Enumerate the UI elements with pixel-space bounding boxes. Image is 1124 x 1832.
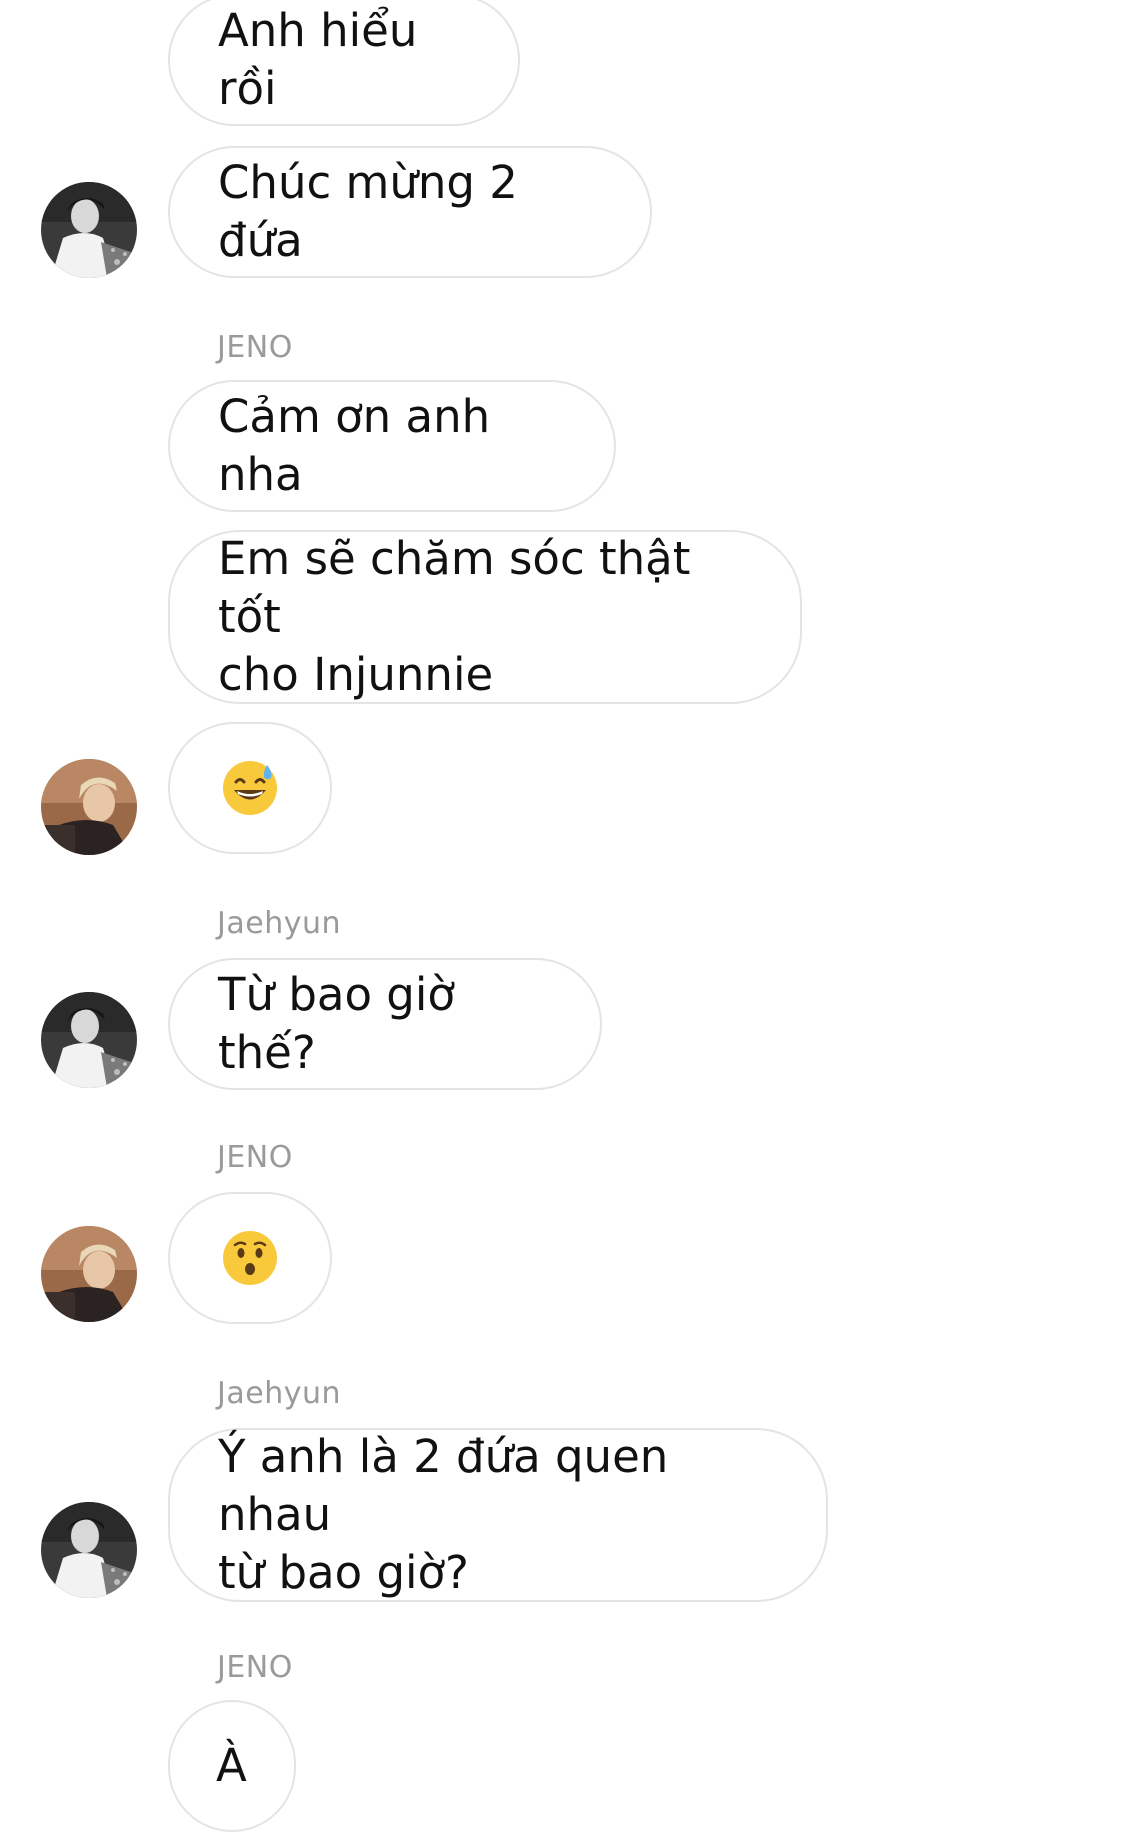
- message-text: Cảm ơn anh nha: [218, 390, 491, 501]
- message-text: Anh hiểu rồi: [218, 4, 418, 115]
- avatar-jeno[interactable]: [41, 759, 137, 855]
- avatar-jaehyun[interactable]: [41, 1502, 137, 1598]
- message-bubble[interactable]: Chúc mừng 2 đứa: [168, 146, 652, 278]
- message-text: Chúc mừng 2 đứa: [218, 156, 518, 267]
- message-bubble[interactable]: Em sẽ chăm sóc thật tốt cho Injunnie: [168, 530, 802, 704]
- avatar-jaehyun[interactable]: [41, 992, 137, 1088]
- message-bubble[interactable]: [168, 722, 332, 854]
- sender-label: JENO: [217, 1650, 293, 1685]
- message-text: Ý anh là 2 đứa quen nhau từ bao giờ?: [218, 1430, 669, 1599]
- avatar-image: [41, 1502, 137, 1598]
- sender-label: Jaehyun: [217, 1376, 341, 1411]
- hushed-face-emoji: [221, 1171, 279, 1345]
- message-bubble[interactable]: Anh hiểu rồi: [168, 0, 520, 126]
- avatar-image: [41, 992, 137, 1088]
- grinning-sweat-emoji: [221, 701, 279, 875]
- message-bubble[interactable]: À: [168, 1700, 296, 1832]
- sender-label: Jaehyun: [217, 906, 341, 941]
- message-thread: Anh hiểu rồi Chúc mừng 2 đứa JENO Cảm ơn…: [0, 0, 1124, 1832]
- message-bubble[interactable]: Từ bao giờ thế?: [168, 958, 602, 1090]
- message-text: Từ bao giờ thế?: [218, 968, 455, 1079]
- avatar-image: [41, 759, 137, 855]
- message-text: Em sẽ chăm sóc thật tốt cho Injunnie: [218, 532, 691, 701]
- sender-label: JENO: [217, 330, 293, 365]
- avatar-jeno[interactable]: [41, 1226, 137, 1322]
- message-bubble[interactable]: Ý anh là 2 đứa quen nhau từ bao giờ?: [168, 1428, 828, 1602]
- avatar-image: [41, 182, 137, 278]
- message-bubble[interactable]: [168, 1192, 332, 1324]
- message-text: À: [216, 1739, 247, 1792]
- avatar-image: [41, 1226, 137, 1322]
- message-bubble[interactable]: Cảm ơn anh nha: [168, 380, 616, 512]
- avatar-jaehyun[interactable]: [41, 182, 137, 278]
